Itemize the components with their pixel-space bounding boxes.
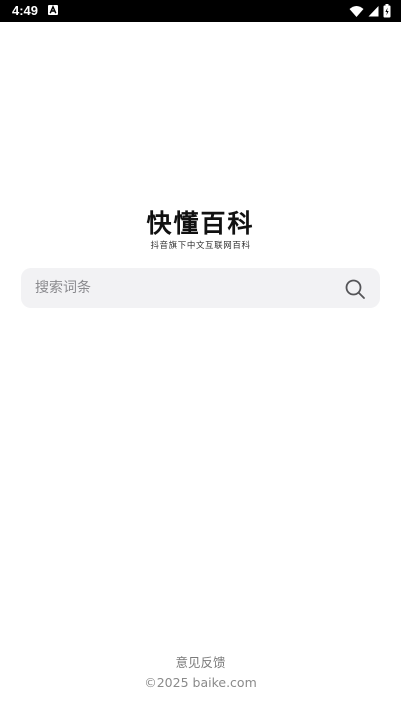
app-logo: 快懂百科 抖音旗下中文互联网百科 (0, 208, 401, 252)
logo-title: 快懂百科 (146, 209, 255, 238)
feedback-link[interactable]: 意见反馈 (175, 653, 225, 673)
search-input[interactable] (35, 268, 335, 308)
signal-icon (368, 5, 379, 17)
footer: 意见反馈 ©2025 baike.com (0, 652, 401, 693)
wifi-icon (349, 5, 364, 18)
app-screen: 4:49 快懂百科 抖音旗下中文互联网百科 搜索词条 意见反馈 ©2025 ba… (0, 0, 401, 714)
status-time: 4:49 (12, 3, 39, 18)
a-notification-icon (48, 5, 58, 15)
battery-icon (383, 4, 391, 18)
search-bar[interactable] (21, 268, 380, 308)
status-bar: 4:49 (0, 0, 401, 22)
status-icons (349, 3, 391, 19)
copyright-text: ©2025 baike.com (144, 675, 257, 690)
search-icon[interactable] (344, 278, 366, 300)
logo-subtitle: 抖音旗下中文互联网百科 (150, 241, 251, 251)
